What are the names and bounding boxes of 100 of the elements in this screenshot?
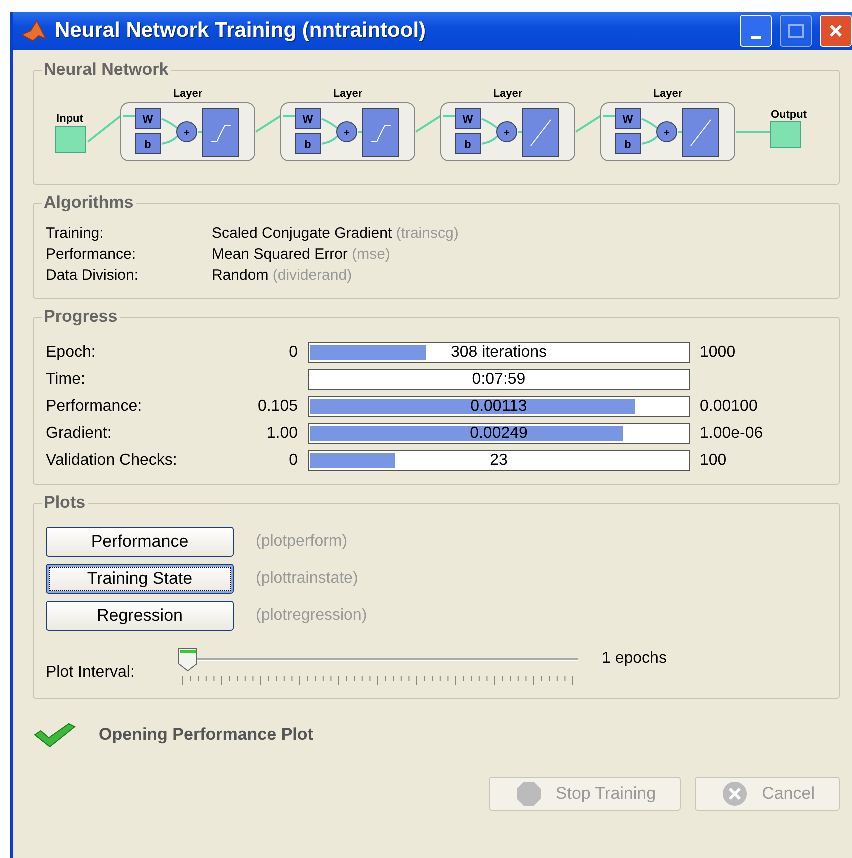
window-title: Neural Network Training (nntraintool) xyxy=(55,19,428,43)
progress-reading: 0.00249 xyxy=(469,424,529,443)
progress-label: Performance: xyxy=(46,398,144,416)
function-name: (mse) xyxy=(352,246,390,263)
cancel-icon xyxy=(722,781,748,807)
stop-sign-icon xyxy=(516,781,542,807)
progress-reading: 308 iterations xyxy=(450,343,548,362)
plot-interval-slider[interactable] xyxy=(178,648,578,688)
progress-reading: 23 xyxy=(489,451,509,470)
progress-label: Epoch: xyxy=(46,344,97,362)
slider-label: Plot Interval: xyxy=(46,664,136,682)
sum-label: + xyxy=(184,128,190,139)
target-value: 100 xyxy=(700,452,728,470)
sigmoid-transfer-icon xyxy=(202,108,240,158)
weight-box xyxy=(136,108,162,130)
sum-label: + xyxy=(664,128,670,139)
layer-label: Layer xyxy=(173,88,203,100)
algorithm-value: Scaled Conjugate Gradient xyxy=(212,225,392,242)
target-value: 1.00e-06 xyxy=(700,424,764,442)
weight-box xyxy=(456,108,482,130)
function-name: (dividerand) xyxy=(272,267,352,284)
function-name: (plotregression) xyxy=(256,606,368,624)
link-line xyxy=(255,115,282,133)
connector-line xyxy=(162,118,179,130)
panel-legend: Progress xyxy=(42,307,120,327)
link-line xyxy=(415,115,442,133)
function-name: (plottrainstate) xyxy=(256,570,358,588)
panel-legend: Algorithms xyxy=(42,193,136,213)
function-name: (trainscg) xyxy=(396,225,459,242)
connector-line xyxy=(322,135,339,145)
start-value: 0 xyxy=(288,452,298,470)
connector-line xyxy=(642,118,659,130)
plot-button[interactable]: Regression xyxy=(46,600,234,630)
progress-label: Time: xyxy=(46,370,86,388)
progress-label: Validation Checks: xyxy=(46,452,178,470)
connector-line xyxy=(678,131,682,133)
bias-label: b xyxy=(144,139,152,151)
sum-node xyxy=(336,122,358,142)
sum-node xyxy=(496,122,518,142)
connector-line xyxy=(162,135,179,145)
sum-label: + xyxy=(504,128,510,139)
weight-box xyxy=(296,108,322,130)
sum-label: + xyxy=(344,128,350,139)
start-value: 0.105 xyxy=(256,398,298,416)
connector-line xyxy=(198,131,202,133)
algorithm-label: Performance: xyxy=(46,245,138,265)
status-message: Opening Performance Plot xyxy=(99,725,314,745)
progress-reading: 0:07:59 xyxy=(471,370,527,389)
connector-line xyxy=(123,115,135,117)
close-button[interactable] xyxy=(820,15,852,47)
connector-line xyxy=(322,118,339,130)
connector-line xyxy=(482,118,499,130)
layer-label: Layer xyxy=(493,88,523,100)
checkmark-icon xyxy=(33,721,77,749)
function-name: (plotperform) xyxy=(256,532,348,550)
maximize-icon xyxy=(788,24,804,38)
output-label: Output xyxy=(770,109,808,121)
weight-box xyxy=(616,108,642,130)
start-value: 0 xyxy=(288,344,298,362)
layer-label: Layer xyxy=(333,88,363,100)
target-value: 0.00100 xyxy=(700,398,759,416)
target-value: 1000 xyxy=(700,344,737,362)
connector-line xyxy=(358,131,362,133)
interval-reading: 1 epochs xyxy=(602,650,667,668)
progress-label: Gradient: xyxy=(46,424,113,442)
bias-label: b xyxy=(304,139,312,151)
link-line xyxy=(736,131,770,133)
sum-node xyxy=(176,122,198,142)
output-node xyxy=(770,122,802,148)
connector-line xyxy=(642,135,659,145)
layer-label: Layer xyxy=(653,88,683,100)
minimize-icon xyxy=(751,36,761,38)
plot-button[interactable]: Performance xyxy=(46,526,234,556)
algorithm-label: Training: xyxy=(46,224,105,244)
input-label: Input xyxy=(56,113,84,125)
algorithm-value: Random xyxy=(212,267,269,284)
plot-button[interactable]: Training State xyxy=(46,564,234,594)
start-value: 1.00 xyxy=(266,424,298,442)
bias-box xyxy=(616,134,642,154)
weight-label: W xyxy=(142,114,154,126)
connector-line xyxy=(518,131,522,133)
bias-box xyxy=(296,134,322,154)
weight-label: W xyxy=(302,114,314,126)
sum-node xyxy=(656,122,678,142)
connector-line xyxy=(603,115,615,117)
close-icon xyxy=(829,24,843,38)
input-node xyxy=(56,126,86,154)
connector-line xyxy=(443,115,455,117)
link-line xyxy=(575,115,602,133)
algorithm-value: Mean Squared Error xyxy=(212,246,348,263)
linear-transfer-icon xyxy=(682,108,720,158)
bias-label: b xyxy=(624,139,632,151)
algorithm-label: Data Division: xyxy=(46,266,140,286)
slider-thumb[interactable] xyxy=(178,648,198,672)
connector-line xyxy=(283,115,295,117)
link-line xyxy=(87,115,122,143)
bias-label: b xyxy=(464,139,472,151)
bias-box xyxy=(136,134,162,154)
weight-label: W xyxy=(462,114,474,126)
minimize-button[interactable] xyxy=(740,15,772,47)
